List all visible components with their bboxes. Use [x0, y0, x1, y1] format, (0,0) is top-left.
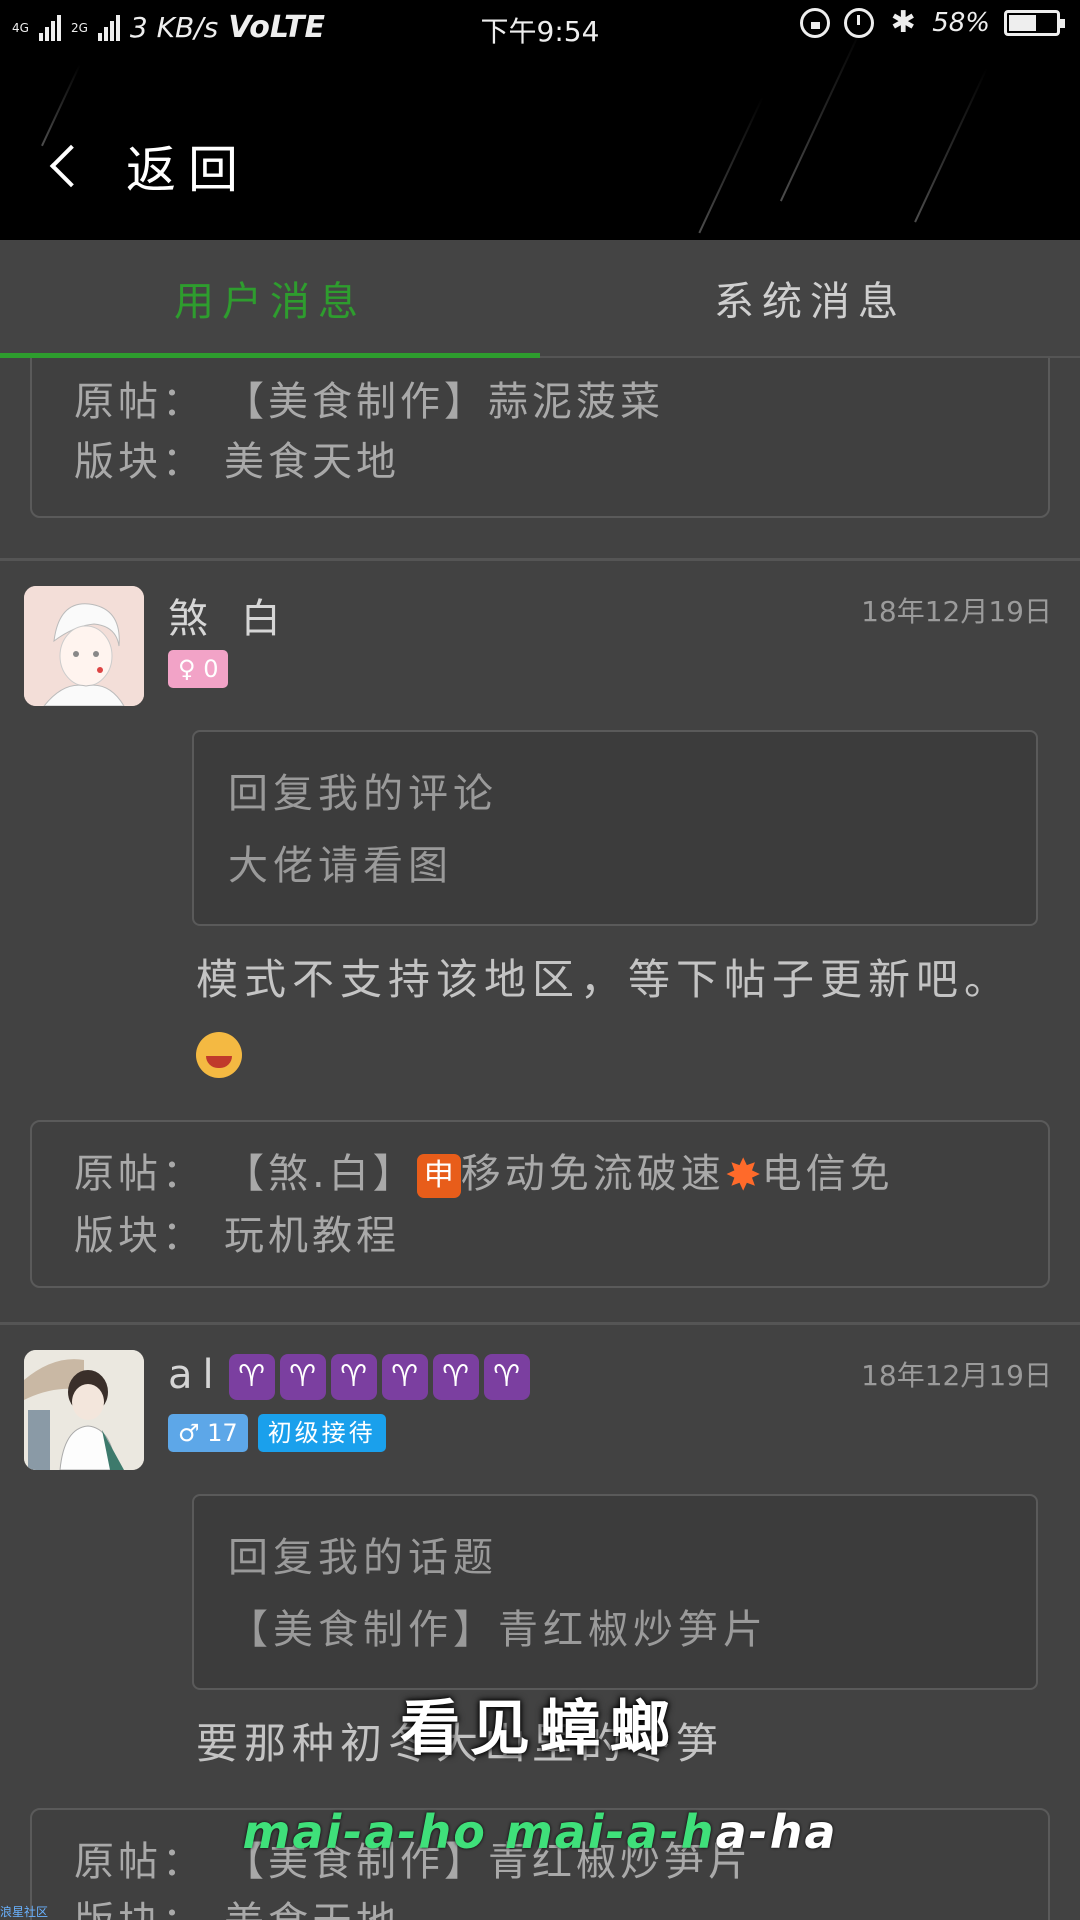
collision-icon: ✸: [724, 1150, 762, 1201]
chevron-left-icon: [49, 144, 93, 188]
rain-streak: [698, 96, 764, 234]
bluetooth-icon: ✱: [890, 5, 916, 40]
aries-icon: ♈: [330, 1354, 377, 1400]
level-badge: 初级接待: [257, 1414, 386, 1452]
battery-icon: [1004, 10, 1065, 36]
quoted-topic[interactable]: 回复我的话题 【美食制作】青红椒炒笋片: [192, 1494, 1038, 1690]
subtitle-chinese: 看见蟑螂: [400, 1694, 680, 1764]
subtitle-lyrics: mai-a-ho mai-a-ha-ha: [0, 1805, 1080, 1859]
aries-icon: ♈: [228, 1354, 275, 1400]
avatar[interactable]: [24, 1350, 144, 1470]
board-name: 玩机教程: [224, 1213, 400, 1259]
user-badges: ♂ 17 初级接待: [168, 1414, 386, 1452]
aries-icon: ♈: [432, 1354, 479, 1400]
apply-tag-icon: 申: [416, 1154, 461, 1198]
message-date: 18年12月19日: [861, 595, 1052, 628]
message-date: 18年12月19日: [861, 1359, 1052, 1392]
original-post-key: 原帖：: [74, 1151, 206, 1197]
board-key: 版块：: [74, 1213, 206, 1259]
rain-streak: [914, 67, 988, 223]
aries-icon: ♈: [381, 1354, 428, 1400]
avatar[interactable]: [24, 586, 144, 706]
battery-fill: [1009, 15, 1036, 31]
quote-line: 回复我的话题: [228, 1535, 498, 1581]
username[interactable]: 煞 白: [168, 586, 291, 644]
header-area: 4G 2G 3 KB/s VoLTE 下午9:54 ✱ 58% 返回: [0, 0, 1080, 240]
back-label: 返回: [126, 141, 250, 199]
quoted-comment[interactable]: 回复我的评论 大佬请看图: [192, 730, 1038, 926]
battery-percent: 58%: [932, 8, 990, 38]
original-post-card[interactable]: 原帖： 【煞.白】申移动免流破速✸电信免 版块： 玩机教程: [30, 1120, 1050, 1288]
watermark: 浪星社区: [0, 1905, 49, 1919]
grinning-emoji-icon: [196, 1031, 242, 1078]
user-badges: ♀ 0: [168, 650, 229, 688]
original-post-suffix: 电信免: [761, 1151, 894, 1197]
divider: [0, 558, 1080, 561]
board-key: 版块：: [74, 1892, 224, 1920]
username-row[interactable]: al ♈ ♈ ♈ ♈ ♈ ♈: [168, 1350, 530, 1400]
original-post-prefix: 【煞.白】: [224, 1151, 417, 1197]
alarm-icon: [844, 8, 875, 38]
back-button[interactable]: 返回: [44, 130, 250, 202]
quote-line: 大佬请看图: [228, 843, 453, 889]
rotation-lock-icon: [800, 8, 831, 38]
status-bar: 4G 2G 3 KB/s VoLTE 下午9:54 ✱ 58%: [0, 0, 1080, 56]
original-post-card[interactable]: 原帖： 【美食制作】蒜泥菠菜 版块： 美食天地: [30, 358, 1050, 518]
original-post-title: 【美食制作】蒜泥菠菜: [224, 379, 664, 425]
original-post-key: 原帖：: [74, 379, 206, 425]
message-body: 模式不支持该地区，等下帖子更新吧。: [196, 955, 1013, 1004]
subtitle-rest: a-ha: [715, 1805, 838, 1859]
board-name: 美食天地: [224, 439, 400, 485]
gender-badge: ♂ 17: [168, 1414, 248, 1452]
username: al: [168, 1352, 224, 1398]
tab-system-messages[interactable]: 系统消息: [540, 240, 1080, 356]
divider: [0, 1322, 1080, 1325]
subtitle-highlight: mai-a-ho mai-a-h: [242, 1805, 716, 1859]
original-post-mid: 移动免流破速: [460, 1151, 725, 1197]
aries-icon: ♈: [483, 1354, 530, 1400]
board-name: 美食天地: [224, 1899, 400, 1920]
tab-user-messages[interactable]: 用户消息: [0, 240, 540, 358]
gender-badge: ♀ 0: [168, 650, 229, 688]
board-key: 版块：: [74, 439, 206, 485]
tab-bar: 用户消息 系统消息: [0, 240, 1080, 358]
zodiac-icons: ♈ ♈ ♈ ♈ ♈ ♈: [224, 1350, 530, 1400]
message-text: 模式不支持该地区，等下帖子更新吧。: [196, 944, 1026, 1088]
aries-icon: ♈: [279, 1354, 326, 1400]
quote-line: 【美食制作】青红椒炒笋片: [228, 1607, 768, 1653]
quote-line: 回复我的评论: [228, 771, 498, 817]
